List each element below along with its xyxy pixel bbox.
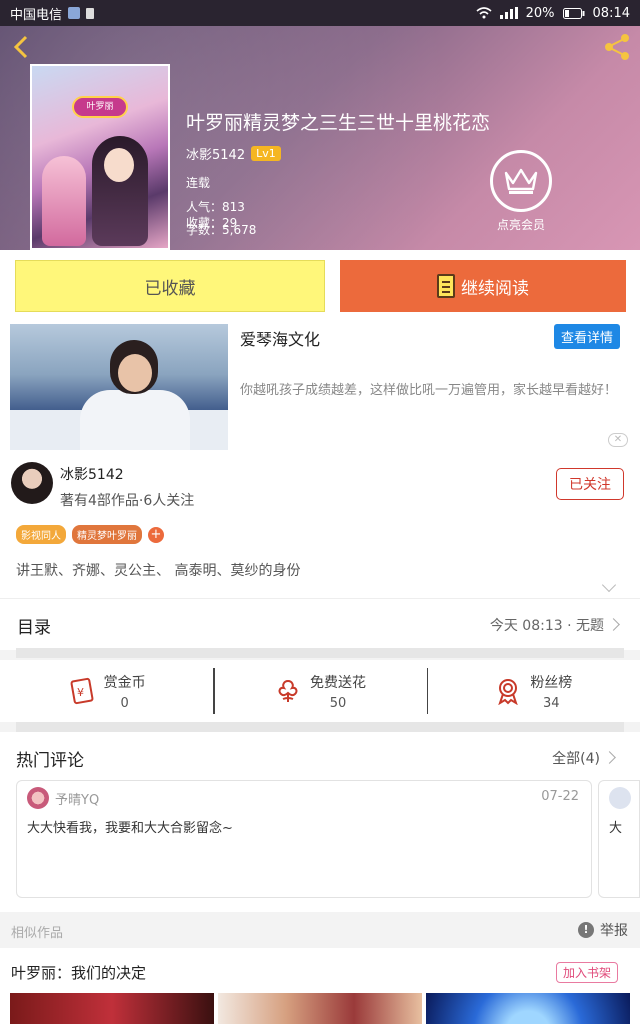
comment-user[interactable]: 予晴YQ [55, 789, 99, 808]
continue-reading-label: 继续阅读 [461, 278, 529, 299]
tag-item[interactable]: 影视同人 [16, 525, 66, 544]
back-button[interactable] [10, 34, 36, 60]
comment-text: 大大快看我，我要和大大合影留念~ [27, 821, 233, 836]
ad-detail-button[interactable]: 查看详情 [553, 324, 620, 349]
signal-icon [499, 7, 518, 19]
clock: 08:14 [592, 5, 630, 21]
book-author-row[interactable]: 冰影5142 Lv1 [186, 144, 281, 163]
comments-title: 热门评论 [16, 751, 84, 771]
svg-text:¥: ¥ [77, 686, 84, 699]
vip-button[interactable]: 点亮会员 [490, 150, 552, 233]
divider [16, 648, 624, 658]
popularity-row: 人气：813 [186, 200, 245, 214]
all-comments-link[interactable]: 全部(4) [552, 748, 600, 768]
favorites-row: 收藏：29 [186, 216, 238, 230]
battery-icon [562, 7, 585, 19]
divider [16, 722, 624, 732]
report-label: 举报 [600, 923, 628, 939]
avatar[interactable] [11, 462, 53, 504]
alert-icon: ! [578, 922, 594, 938]
recommended-title[interactable]: 叶罗丽：我们的决定 [11, 962, 146, 983]
add-to-shelf-button[interactable]: 加入书架 [555, 962, 618, 983]
tag-list: 影视同人 精灵梦叶罗丽 + [16, 525, 164, 544]
recommended-book[interactable]: 叶罗丽：我们的决定 加入书架 [0, 948, 640, 1024]
ad-close-icon[interactable]: ✕ [608, 433, 628, 447]
ad-image[interactable] [10, 324, 228, 450]
ad-description: 你越吼孩子成绩越差，这样做比吼一万遍管用，家长越早看越好！ [240, 383, 618, 398]
comment-card[interactable]: 予晴YQ 07-22 大大快看我，我要和大大合影留念~ [16, 780, 592, 898]
reward-label: 赏金币 [103, 674, 146, 691]
chevron-left-icon [13, 35, 28, 59]
vip-label: 点亮会员 [496, 218, 545, 232]
report-button[interactable]: ! 举报 [578, 920, 628, 940]
book-cover[interactable]: 叶罗丽 [30, 64, 170, 250]
continue-reading-button[interactable]: 继续阅读 [340, 260, 626, 312]
comment-date: 07-22 [541, 789, 579, 804]
book-summary: 讲王默、齐娜、灵公主、 高泰明、莫纱的身份 [16, 563, 301, 579]
action-bar: 已收藏 继续阅读 [0, 250, 640, 320]
fans-ranking-button[interactable]: 粉丝榜 34 [426, 660, 640, 722]
book-author: 冰影5142 [186, 148, 246, 163]
favorited-button[interactable]: 已收藏 [15, 260, 325, 312]
comment-text: 大 [609, 821, 623, 836]
share-icon [605, 34, 629, 60]
author-name[interactable]: 冰影5142 [60, 464, 124, 484]
hot-comments: 热门评论 全部(4) 予晴YQ 07-22 大大快看我，我要和大大合影留念~ 大 [0, 732, 640, 912]
toc-label: 目录 [17, 618, 51, 638]
chevron-right-icon[interactable] [603, 751, 616, 764]
follow-button[interactable]: 已关注 [556, 468, 624, 500]
reward-value: 0 [120, 695, 129, 711]
book-status: 连载 [186, 176, 211, 190]
book-icon [437, 274, 455, 298]
hd-icon [68, 7, 81, 19]
author-stats: 著有4部作品·6人关注 [60, 493, 195, 509]
chevron-down-icon[interactable] [601, 577, 617, 593]
book-thumbnail[interactable] [218, 993, 422, 1024]
similar-works-bar: 相似作品 ! 举报 [0, 912, 640, 948]
medal-icon [498, 679, 519, 705]
table-of-contents-row[interactable]: 目录 今天 08:13 · 无题 [0, 598, 640, 650]
similar-works-label: 相似作品 [11, 926, 64, 941]
avatar[interactable] [27, 787, 49, 809]
carrier-label: 中国电信 [10, 7, 63, 23]
chevron-right-icon [607, 618, 620, 631]
book-title: 叶罗丽精灵梦之三生三世十里桃花恋 [186, 112, 491, 134]
reward-coins-button[interactable]: ¥ 赏金币 0 [0, 660, 213, 722]
book-header: 叶罗丽 叶罗丽精灵梦之三生三世十里桃花恋 冰影5142 Lv1 连载 人气：81… [0, 26, 640, 250]
tag-item[interactable]: 精灵梦叶罗丽 [72, 525, 142, 544]
ad-banner[interactable]: 爱琴海文化 查看详情 你越吼孩子成绩越差，这样做比吼一万遍管用，家长越早看越好！… [0, 320, 640, 450]
fans-label: 粉丝榜 [530, 674, 573, 691]
flower-label: 免费送花 [309, 674, 366, 691]
add-tag-button[interactable]: + [148, 526, 164, 543]
book-thumbnail[interactable] [426, 993, 630, 1024]
crown-icon [504, 168, 538, 194]
author-card: 冰影5142 著有4部作品·6人关注 已关注 影视同人 精灵梦叶罗丽 + 讲王默… [0, 450, 640, 598]
level-badge: Lv1 [251, 146, 281, 161]
ad-title: 爱琴海文化 [240, 330, 321, 349]
latest-chapter: 今天 08:13 · 无题 [489, 618, 604, 634]
comment-card[interactable]: 大 [598, 780, 640, 898]
status-bar: 中国电信 20% 08:14 [0, 0, 640, 26]
cover-logo: 叶罗丽 [72, 96, 128, 118]
flower-icon [278, 679, 298, 702]
avatar [609, 787, 631, 809]
support-bar: ¥ 赏金币 0 免费送花 50 粉丝榜 34 [0, 660, 640, 722]
flower-value: 50 [329, 695, 347, 711]
share-button[interactable] [602, 32, 632, 62]
red-envelope-icon: ¥ [70, 677, 94, 705]
sim-icon [86, 7, 95, 19]
fans-value: 34 [543, 695, 560, 711]
favorites-value: 29 [222, 216, 238, 230]
book-thumbnail[interactable] [10, 993, 214, 1024]
send-flower-button[interactable]: 免费送花 50 [213, 660, 426, 722]
popularity-value: 813 [222, 200, 245, 214]
battery-label: 20% [525, 5, 555, 21]
wifi-icon [476, 7, 492, 19]
